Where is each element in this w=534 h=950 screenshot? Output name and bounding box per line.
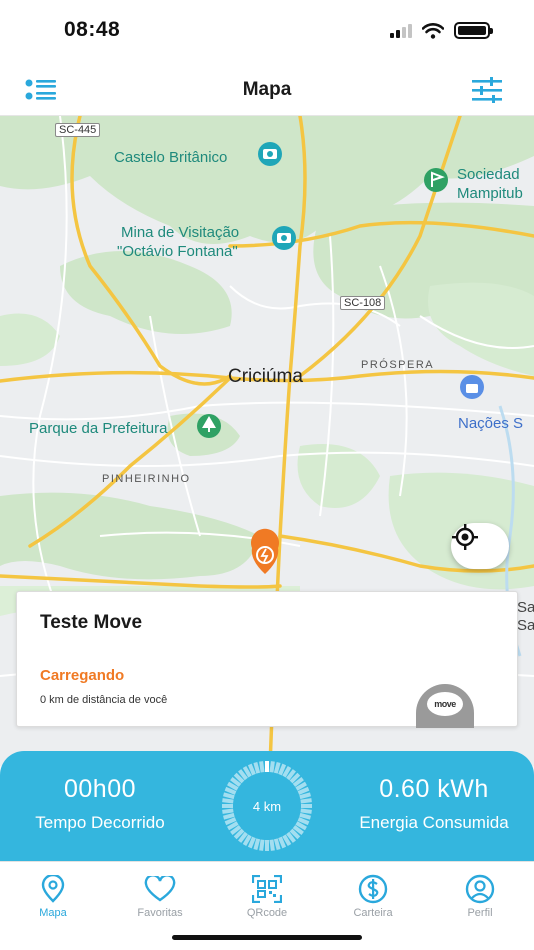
- place-label-sociedade-1[interactable]: Sociedad: [457, 166, 520, 183]
- crosshair-icon: [452, 524, 478, 550]
- charging-panel: 00h00 Tempo Decorrido 4 km 0.60 kWh Ener…: [0, 751, 534, 861]
- place-label-sociedade-2[interactable]: Mampitub: [457, 185, 523, 202]
- tab-favoritas[interactable]: Favoritas: [115, 874, 205, 919]
- tab-qrcode[interactable]: QRcode: [222, 874, 312, 919]
- battery-icon: [454, 22, 493, 39]
- filter-button[interactable]: [469, 74, 505, 106]
- district-label-prospera: PRÓSPERA: [361, 359, 435, 371]
- energy-block: 0.60 kWh Energia Consumida: [334, 775, 534, 833]
- elapsed-time-value: 00h00: [63, 775, 137, 803]
- place-label-sa-2: Sa: [517, 617, 534, 634]
- status-bar: 08:48: [0, 0, 534, 64]
- camera-poi-icon: [272, 226, 296, 250]
- place-label-nacoes[interactable]: Nações S: [458, 415, 523, 432]
- brand-tab: move: [416, 684, 474, 728]
- district-label-pinheirinho: PINHEIRINHO: [102, 473, 191, 485]
- place-label-mina-1[interactable]: Mina de Visitação: [121, 224, 239, 241]
- status-time: 08:48: [64, 18, 121, 41]
- my-location-button[interactable]: [451, 523, 509, 569]
- city-label: Criciúma: [228, 366, 303, 387]
- tab-label: Favoritas: [137, 907, 183, 919]
- station-distance: 0 km de distância de você: [40, 694, 168, 706]
- station-card[interactable]: Teste Move Carregando 0 km de distância …: [16, 591, 518, 728]
- gauge-label: 4 km: [252, 798, 282, 814]
- page-title: Mapa: [242, 79, 292, 100]
- status-icons: [390, 22, 493, 39]
- move-brand-logo: move: [427, 692, 463, 716]
- road-shield-sc108: SC-108: [340, 296, 386, 310]
- elapsed-time-label: Tempo Decorrido: [35, 813, 165, 832]
- shopping-poi-icon: [460, 375, 484, 399]
- station-name: Teste Move: [40, 612, 143, 633]
- tab-carteira[interactable]: Carteira: [328, 874, 418, 919]
- golf-poi-icon: [424, 168, 448, 192]
- energy-value: 0.60 kWh: [379, 775, 489, 803]
- tab-label: Mapa: [39, 907, 67, 919]
- camera-poi-icon: [258, 142, 282, 166]
- home-indicator: [172, 935, 362, 940]
- place-label-sa-1: Sa: [517, 599, 534, 616]
- qrcode-icon: [252, 875, 282, 903]
- place-label-mina-2[interactable]: "Octávio Fontana": [117, 243, 238, 260]
- tab-label: Perfil: [467, 907, 493, 919]
- charging-station-pin-icon: [251, 528, 279, 574]
- wifi-icon: [422, 22, 444, 39]
- park-tree-icon: [197, 414, 221, 438]
- heart-icon: [144, 876, 176, 902]
- tab-label: Carteira: [353, 907, 393, 919]
- place-label-castelo[interactable]: Castelo Britânico: [114, 149, 227, 166]
- station-status: Carregando: [40, 667, 125, 684]
- tab-perfil[interactable]: Perfil: [435, 874, 525, 919]
- elapsed-time-block: 00h00 Tempo Decorrido: [0, 775, 200, 833]
- filter-sliders-icon: [472, 77, 502, 103]
- place-label-parque[interactable]: Parque da Prefeitura: [29, 420, 167, 437]
- road-shield-sc445: SC-445: [55, 123, 101, 137]
- app-header: Mapa: [0, 64, 534, 116]
- map-pin-icon: [41, 875, 65, 903]
- cellular-signal-icon: [390, 23, 412, 38]
- tab-label: QRcode: [246, 907, 288, 919]
- dollar-icon: [358, 874, 388, 904]
- energy-label: Energia Consumida: [359, 813, 509, 832]
- tab-mapa[interactable]: Mapa: [8, 874, 98, 919]
- profile-icon: [465, 874, 495, 904]
- charging-gauge: 4 km: [220, 759, 314, 853]
